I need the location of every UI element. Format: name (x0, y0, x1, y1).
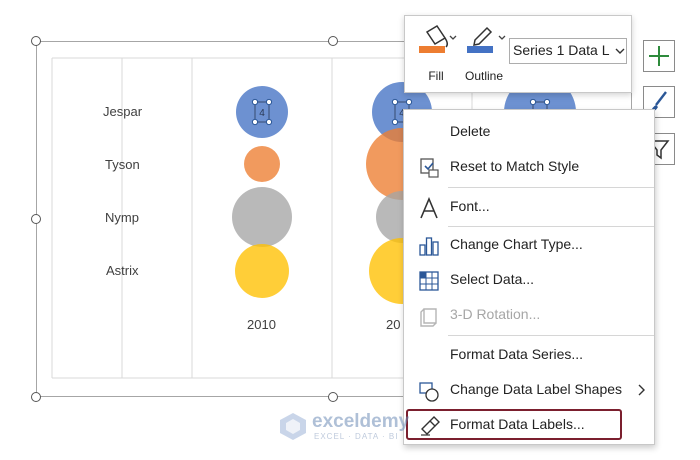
menu-item-change-chart-type[interactable]: Change Chart Type... (404, 230, 654, 260)
bubble-astrix-2010[interactable] (235, 244, 289, 298)
outline-button[interactable]: Outline (461, 22, 507, 86)
chart-elements-button[interactable] (643, 40, 675, 72)
outline-label: Outline (464, 69, 504, 83)
menu-label-3d-rotation: 3-D Rotation... (450, 306, 541, 322)
menu-item-select-data[interactable]: Select Data... (404, 265, 654, 295)
highlight-box (406, 409, 622, 440)
data-label-handle[interactable] (391, 118, 399, 126)
plus-icon (649, 46, 669, 66)
chart-resize-handle-tm[interactable] (328, 36, 338, 46)
y-label-jespar: Jespar (103, 104, 143, 119)
x-label-2010: 2010 (247, 317, 276, 332)
menu-label-font: Font... (450, 198, 490, 214)
data-label-handle[interactable] (405, 98, 413, 106)
fill-button[interactable]: Fill (415, 22, 457, 86)
data-label-handle[interactable] (251, 118, 259, 126)
chart-type-icon (419, 237, 439, 256)
menu-label-delete: Delete (450, 123, 491, 139)
reset-style-icon (420, 158, 439, 178)
menu-item-change-label-shapes[interactable]: Change Data Label Shapes (404, 375, 654, 405)
3d-rotation-icon (420, 308, 437, 327)
menu-item-delete[interactable]: Delete (404, 117, 654, 147)
menu-item-font[interactable]: Font... (404, 192, 654, 222)
menu-separator (448, 187, 654, 188)
chart-resize-handle-bl[interactable] (31, 392, 41, 402)
data-label-handle[interactable] (543, 98, 551, 106)
y-label-astrix: Astrix (106, 263, 139, 278)
data-label-handle[interactable] (529, 98, 537, 106)
label-shapes-icon (419, 382, 439, 402)
bubble-nymp-2010[interactable] (232, 187, 292, 247)
x-label-2011: 20 (386, 317, 401, 332)
fill-label: Fill (428, 69, 444, 83)
data-label-handle[interactable] (251, 98, 259, 106)
menu-label-format-data-series: Format Data Series... (450, 346, 584, 362)
menu-item-3d-rotation: 3-D Rotation... (404, 300, 654, 330)
menu-separator (448, 226, 654, 227)
chevron-down-icon (615, 48, 625, 54)
watermark-tagline: EXCEL · DATA · BI (314, 432, 399, 441)
data-label-handle[interactable] (265, 98, 273, 106)
y-label-tyson: Tyson (105, 157, 140, 172)
exceldemy-logo-icon (280, 413, 306, 440)
chevron-right-icon (638, 384, 645, 396)
select-data-icon (419, 271, 439, 291)
watermark-name: exceldemy (312, 411, 410, 432)
data-label-handle[interactable] (265, 118, 273, 126)
menu-label-reset-style: Reset to Match Style (450, 158, 580, 174)
chart-element-select-value: Series 1 Data L (513, 42, 610, 58)
chart-element-select[interactable]: Series 1 Data L (509, 38, 627, 64)
menu-label-select-data: Select Data... (450, 271, 535, 287)
mini-toolbar: Fill Outline Series 1 Data L (404, 15, 632, 93)
bubble-tyson-2010[interactable] (244, 146, 280, 182)
menu-item-reset-style[interactable]: Reset to Match Style (404, 152, 654, 182)
menu-separator (448, 335, 654, 336)
chart-resize-handle-ml[interactable] (31, 214, 41, 224)
menu-label-change-label-shapes: Change Data Label Shapes (450, 381, 623, 397)
y-label-nymp: Nymp (105, 210, 139, 225)
context-menu: Delete Reset to Match Style Font... Chan… (403, 109, 655, 445)
paint-bucket-icon (419, 24, 457, 53)
data-label-handle[interactable] (391, 98, 399, 106)
chart-resize-handle-bm[interactable] (328, 392, 338, 402)
chart-resize-handle-tl[interactable] (31, 36, 41, 46)
menu-item-format-data-series[interactable]: Format Data Series... (404, 340, 654, 370)
font-icon (420, 197, 438, 219)
data-label[interactable]: 4 (259, 108, 265, 119)
outline-pen-icon (467, 26, 506, 53)
menu-label-change-chart-type: Change Chart Type... (450, 236, 583, 252)
